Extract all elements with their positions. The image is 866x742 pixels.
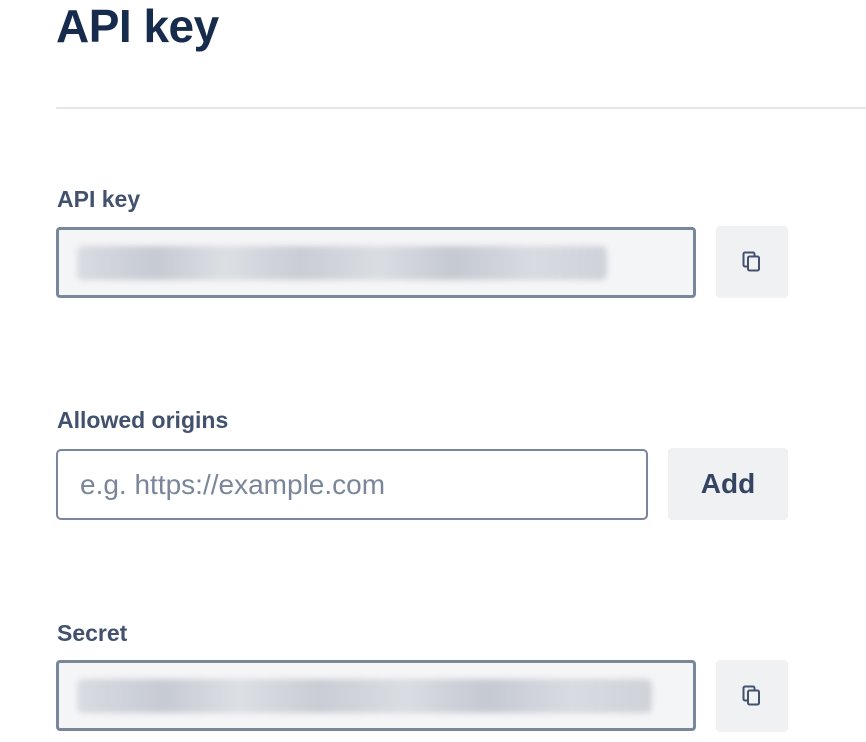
allowed-origins-label: Allowed origins [57, 407, 229, 433]
divider [56, 107, 866, 109]
api-key-label: API key [57, 186, 141, 212]
copy-secret-button[interactable] [716, 660, 788, 732]
add-button-label: Add [700, 468, 756, 499]
api-key-value-masked [77, 246, 607, 280]
page-title: API key [56, 0, 219, 52]
allowed-origin-input[interactable] [56, 449, 648, 520]
secret-value-masked [77, 679, 652, 713]
copy-icon [740, 250, 764, 274]
secret-label: Secret [57, 620, 128, 646]
add-origin-button[interactable]: Add [668, 448, 788, 520]
secret-field[interactable] [56, 660, 696, 731]
copy-icon [740, 684, 764, 708]
api-key-settings-page: API key API key Allowed origins Add Secr… [0, 0, 866, 742]
copy-api-key-button[interactable] [716, 226, 788, 298]
api-key-field[interactable] [56, 227, 696, 298]
